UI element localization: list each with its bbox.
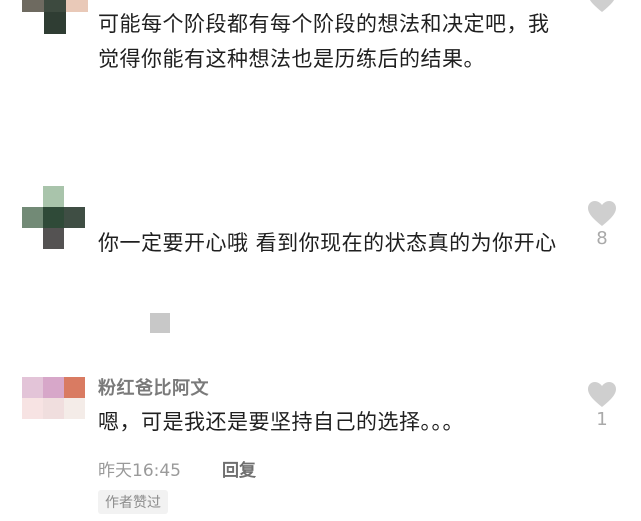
avatar-pixel xyxy=(66,0,88,12)
author-liked-badge: 作者赞过 xyxy=(98,490,168,514)
comment-timestamp: 昨天16:45 xyxy=(98,461,181,481)
avatar-pixel xyxy=(44,12,66,34)
avatar-pixel xyxy=(22,207,43,228)
comment-text: 嗯，可是我还是要坚持自己的选择。。。 xyxy=(98,410,464,434)
avatar-pixel xyxy=(43,228,64,249)
heart-icon xyxy=(588,382,616,407)
heart-icon xyxy=(588,201,616,226)
comment-text: 你一定要开心哦 看到你现在的状态真的为你开心 xyxy=(98,231,557,255)
reply-button[interactable]: 回复 xyxy=(222,456,256,481)
avatar-pixel xyxy=(22,398,43,419)
heart-icon xyxy=(589,0,615,12)
avatar-pixel xyxy=(43,398,64,419)
like-button[interactable] xyxy=(586,0,618,13)
like-count: 8 xyxy=(596,228,608,249)
avatar-pixel xyxy=(64,377,85,398)
avatar-pixel xyxy=(43,377,64,398)
like-count: 1 xyxy=(596,409,608,430)
like-button[interactable]: 8 xyxy=(586,200,618,249)
avatar-pixel xyxy=(64,207,85,228)
avatar[interactable] xyxy=(22,186,86,250)
avatar-pixel xyxy=(43,207,64,228)
image-thumbnail[interactable] xyxy=(150,313,170,333)
comment-text: 可能每个阶段都有每个阶段的想法和决定吧，我觉得你能有这种想法也是历练后的结果。 xyxy=(98,12,550,71)
avatar-pixel xyxy=(22,0,44,12)
avatar-pixel xyxy=(22,377,43,398)
avatar-pixel xyxy=(44,0,66,12)
username[interactable]: 粉红爸比阿文 xyxy=(98,374,209,400)
avatar[interactable] xyxy=(22,377,86,421)
avatar-pixel xyxy=(43,186,64,207)
like-button[interactable]: 1 xyxy=(586,381,618,430)
avatar[interactable] xyxy=(22,0,92,36)
avatar-pixel xyxy=(64,398,85,419)
